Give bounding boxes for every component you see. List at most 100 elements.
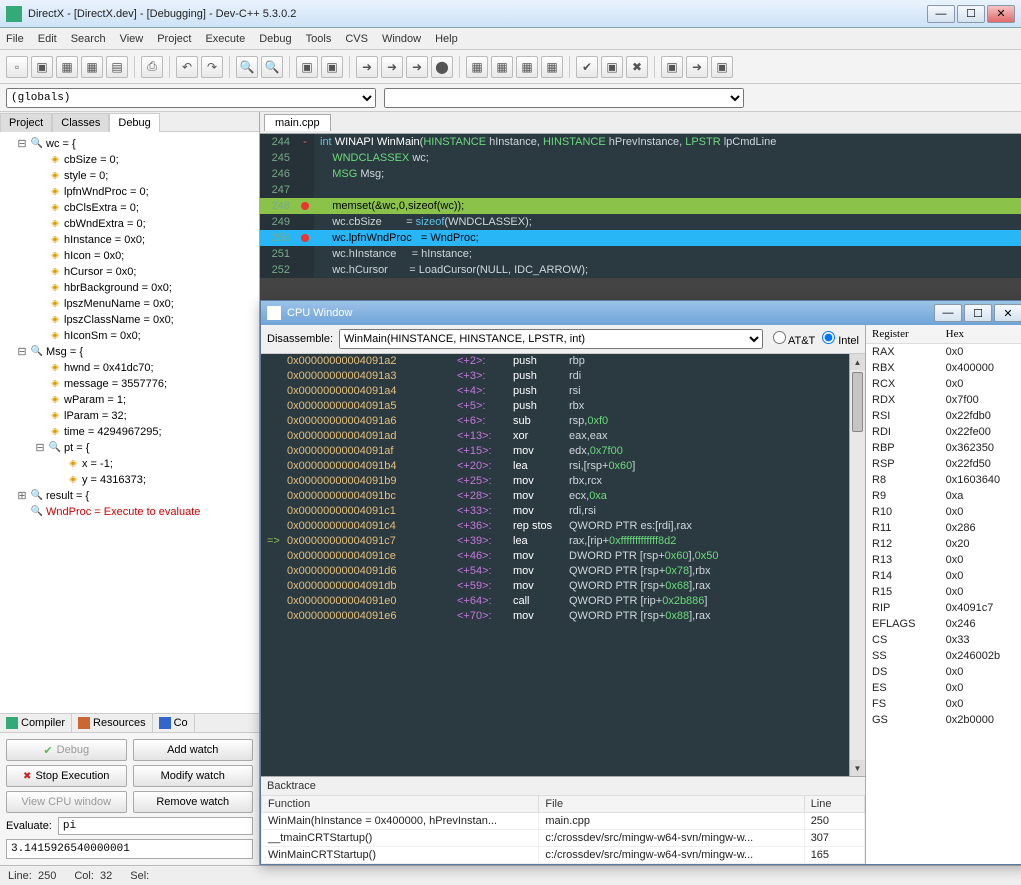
asm-line[interactable]: 0x00000000004091db <+59>: mov QWORD PTR … (261, 579, 865, 594)
asm-line[interactable]: 0x00000000004091a4 <+4>: push rsi (261, 384, 865, 399)
disassembly-view[interactable]: 0x00000000004091a2 <+2>: push rbp 0x0000… (261, 354, 865, 776)
toolbar-debug-stop-icon[interactable]: ⬤ (431, 56, 453, 78)
menu-tools[interactable]: Tools (306, 33, 332, 45)
toolbar-grid3-icon[interactable]: ▦ (516, 56, 538, 78)
add-watch-button[interactable]: Add watch (133, 739, 254, 761)
menu-cvs[interactable]: CVS (345, 33, 368, 45)
backtrace-row[interactable]: __tmainCRTStartup()c:/crossdev/src/mingw… (262, 830, 865, 847)
menu-window[interactable]: Window (382, 33, 421, 45)
tree-node[interactable]: ◈cbSize = 0; (4, 152, 255, 168)
toolbar-debug-over-icon[interactable]: ➜ (381, 56, 403, 78)
cpu-titlebar[interactable]: CPU Window — ☐ ✕ (261, 301, 1021, 325)
menu-view[interactable]: View (120, 33, 144, 45)
members-combo[interactable] (384, 88, 744, 108)
register-row[interactable]: RDI0x22fe00 (866, 424, 1021, 440)
asm-line[interactable]: 0x00000000004091af <+15>: mov edx,0x7f00 (261, 444, 865, 459)
tree-node[interactable]: ◈x = -1; (4, 456, 255, 472)
scroll-up-icon[interactable]: ▲ (850, 354, 865, 370)
register-row[interactable]: RBP0x362350 (866, 440, 1021, 456)
modify-watch-button[interactable]: Modify watch (133, 765, 254, 787)
backtrace-row[interactable]: WinMain(hInstance = 0x400000, hPrevInsta… (262, 813, 865, 830)
toolbar-redo-icon[interactable]: ↷ (201, 56, 223, 78)
toolbar-misc1-icon[interactable]: ▣ (661, 56, 683, 78)
maximize-button[interactable]: ☐ (957, 5, 985, 23)
register-row[interactable]: R100x0 (866, 504, 1021, 520)
backtrace-row[interactable]: WinMainCRTStartup()c:/crossdev/src/mingw… (262, 847, 865, 864)
tree-node[interactable]: ⊟🔍pt = { (4, 440, 255, 456)
tree-node[interactable]: ◈lParam = 32; (4, 408, 255, 424)
asm-line[interactable]: 0x00000000004091a6 <+6>: sub rsp,0xf0 (261, 414, 865, 429)
register-row[interactable]: RSI0x22fdb0 (866, 408, 1021, 424)
code-editor[interactable]: 244-int WINAPI WinMain(HINSTANCE hInstan… (260, 134, 1021, 278)
tab-debug[interactable]: Debug (109, 113, 159, 132)
tree-node[interactable]: ◈hwnd = 0x41dc70; (4, 360, 255, 376)
tree-node[interactable]: ◈hIcon = 0x0; (4, 248, 255, 264)
register-row[interactable]: FS0x0 (866, 696, 1021, 712)
tree-node[interactable]: ◈cbClsExtra = 0; (4, 200, 255, 216)
toolbar-close-icon[interactable]: ▤ (106, 56, 128, 78)
asm-line[interactable]: 0x00000000004091a5 <+5>: push rbx (261, 399, 865, 414)
toolbar-debug-step-icon[interactable]: ➜ (356, 56, 378, 78)
remove-watch-button[interactable]: Remove watch (133, 791, 254, 813)
register-row[interactable]: EFLAGS0x246 (866, 616, 1021, 632)
register-row[interactable]: R140x0 (866, 568, 1021, 584)
toolbar-delete-icon[interactable]: ✖ (626, 56, 648, 78)
asm-line[interactable]: =>0x00000000004091c7 <+39>: lea rax,[rip… (261, 534, 865, 549)
toolbar-debug-out-icon[interactable]: ➜ (406, 56, 428, 78)
toolbar-open-icon[interactable]: ▣ (31, 56, 53, 78)
asm-line[interactable]: 0x00000000004091c1 <+33>: mov rdi,rsi (261, 504, 865, 519)
toolbar-find-icon[interactable]: 🔍 (236, 56, 258, 78)
toolbar-grid4-icon[interactable]: ▦ (541, 56, 563, 78)
tab-project[interactable]: Project (0, 113, 52, 132)
toolbar-bookmark-icon[interactable]: ▣ (601, 56, 623, 78)
toolbar-print-icon[interactable]: ⎙ (141, 56, 163, 78)
tree-node[interactable]: ◈hIconSm = 0x0; (4, 328, 255, 344)
tree-node[interactable]: ◈hbrBackground = 0x0; (4, 280, 255, 296)
tree-node[interactable]: ◈lpszMenuName = 0x0; (4, 296, 255, 312)
register-row[interactable]: CS0x33 (866, 632, 1021, 648)
register-row[interactable]: RSP0x22fd50 (866, 456, 1021, 472)
asm-line[interactable]: 0x00000000004091b4 <+20>: lea rsi,[rsp+0… (261, 459, 865, 474)
cpu-maximize-button[interactable]: ☐ (964, 304, 992, 322)
disassemble-combo[interactable]: WinMain(HINSTANCE, HINSTANCE, LPSTR, int… (339, 329, 762, 349)
toolbar-save-icon[interactable]: ▦ (56, 56, 78, 78)
asm-line[interactable]: 0x00000000004091b9 <+25>: mov rbx,rcx (261, 474, 865, 489)
globals-combo[interactable]: (globals) (6, 88, 376, 108)
register-row[interactable]: R80x1603640 (866, 472, 1021, 488)
toolbar-compile-icon[interactable]: ▣ (296, 56, 318, 78)
asm-line[interactable]: 0x00000000004091ad <+13>: xor eax,eax (261, 429, 865, 444)
tab-compile-log[interactable]: Co (153, 714, 195, 732)
menu-project[interactable]: Project (157, 33, 191, 45)
tree-node[interactable]: ◈message = 3557776; (4, 376, 255, 392)
watch-tree[interactable]: ⊟🔍wc = {◈cbSize = 0;◈style = 0;◈lpfnWndP… (0, 132, 259, 713)
stop-execution-button[interactable]: Stop Execution (6, 765, 127, 787)
register-row[interactable]: ES0x0 (866, 680, 1021, 696)
toolbar-misc2-icon[interactable]: ➜ (686, 56, 708, 78)
asm-line[interactable]: 0x00000000004091d6 <+54>: mov QWORD PTR … (261, 564, 865, 579)
asm-vscrollbar[interactable]: ▲ ▼ (849, 354, 865, 776)
tab-resources[interactable]: Resources (72, 714, 153, 732)
tree-node[interactable]: ◈y = 4316373; (4, 472, 255, 488)
tree-node[interactable]: ◈time = 4294967295; (4, 424, 255, 440)
menu-help[interactable]: Help (435, 33, 458, 45)
asm-line[interactable]: 0x00000000004091c4 <+36>: rep stos QWORD… (261, 519, 865, 534)
toolbar-run-icon[interactable]: ▣ (321, 56, 343, 78)
tree-node[interactable]: ◈hInstance = 0x0; (4, 232, 255, 248)
toolbar-misc3-icon[interactable]: ▣ (711, 56, 733, 78)
scroll-thumb[interactable] (852, 372, 863, 432)
radio-att[interactable]: AT&T (773, 335, 816, 347)
register-row[interactable]: R150x0 (866, 584, 1021, 600)
view-cpu-button[interactable]: View CPU window (6, 791, 127, 813)
tree-node[interactable]: ◈cbWndExtra = 0; (4, 216, 255, 232)
register-row[interactable]: SS0x246002b (866, 648, 1021, 664)
minimize-button[interactable]: — (927, 5, 955, 23)
menu-file[interactable]: File (6, 33, 24, 45)
tree-node[interactable]: 🔍WndProc = Execute to evaluate (4, 504, 255, 520)
asm-line[interactable]: 0x00000000004091e0 <+64>: call QWORD PTR… (261, 594, 865, 609)
asm-line[interactable]: 0x00000000004091a3 <+3>: push rdi (261, 369, 865, 384)
close-button[interactable]: ✕ (987, 5, 1015, 23)
register-row[interactable]: R90xa (866, 488, 1021, 504)
register-row[interactable]: RCX0x0 (866, 376, 1021, 392)
register-row[interactable]: DS0x0 (866, 664, 1021, 680)
backtrace-table[interactable]: Function File Line WinMain(hInstance = 0… (261, 795, 865, 864)
